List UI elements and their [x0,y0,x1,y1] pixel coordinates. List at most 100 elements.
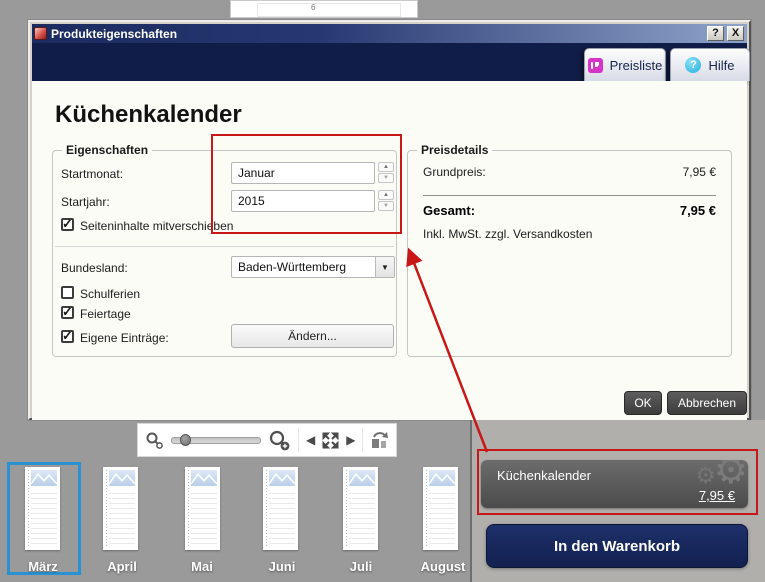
startjahr-input[interactable] [231,190,375,212]
startjahr-label: Startjahr: [61,195,110,209]
abbrechen-button[interactable]: Abbrechen [667,391,747,415]
thumbnail-juli[interactable] [343,467,378,550]
schulferien-label: Schulferien [80,287,141,301]
seiteninhalte-checkbox[interactable] [61,216,74,232]
thumbnail-juni[interactable] [263,467,298,550]
calendar-lines [349,489,375,547]
thumbnail-label-april[interactable]: April [82,559,162,574]
app-icon [34,27,47,40]
group-separator [55,246,394,247]
background-page-number: 6 [311,3,316,12]
thumbnail-label-juli[interactable]: Juli [321,559,401,574]
zoom-slider[interactable] [171,433,261,446]
zoom-toolbar: ◀ ▶ [137,423,397,457]
product-title: Küchenkalender [55,101,242,128]
cart-product-price[interactable]: 7,95 € [699,488,735,503]
calendar-lines [31,489,57,547]
cart-product-item[interactable]: ⚙ ⚙ Küchenkalender 7,95 € [481,460,748,508]
toolbar-separator [298,428,299,452]
eigenschaften-legend: Eigenschaften [62,143,153,157]
gear-icon: ⚙ [695,462,716,488]
page-binding-dots [188,470,189,547]
schulferien-checkbox[interactable] [61,286,74,299]
window-help-button[interactable]: ? [707,26,724,41]
preisliste-label: Preisliste [609,57,663,73]
startjahr-spin-down-button[interactable]: ▼ [378,201,394,211]
bundesland-dropdown[interactable]: Baden-Württemberg ▼ [231,256,395,278]
toolbar-separator [362,428,364,452]
thumbnail-august[interactable] [423,467,458,550]
startmonat-spinner: ▲ ▼ [378,162,394,183]
next-arrow-icon[interactable]: ▶ [346,434,355,446]
price-separator [423,195,716,196]
bundesland-label: Bundesland: [61,261,128,275]
calendar-lines [429,489,455,547]
eigene-eintraege-checkbox[interactable] [61,328,74,344]
startmonat-spin-down-button[interactable]: ▼ [378,173,394,183]
prev-arrow-icon[interactable]: ◀ [306,434,315,446]
window-close-button[interactable]: X [727,26,744,41]
thumbnail-mai[interactable] [185,467,220,550]
dialog-titlebar[interactable]: Produkteigenschaften ? X [32,24,747,43]
image-placeholder-icon [191,470,217,486]
thumbnail-label-mai[interactable]: Mai [162,559,242,574]
page-binding-dots [346,470,347,547]
background-page-border [257,3,401,17]
feiertage-checkbox[interactable] [61,304,74,320]
dialog-header-band: Preisliste ? Hilfe [32,43,750,81]
startmonat-input[interactable] [231,162,375,184]
aendern-button[interactable]: Ändern... [231,324,394,348]
image-placeholder-icon [109,470,135,486]
bundesland-value: Baden-Württemberg [238,260,347,274]
preisdetails-groupbox: Preisdetails Grundpreis: 7,95 € Gesamt: … [407,143,732,357]
startjahr-spin-up-button[interactable]: ▲ [378,190,394,200]
gesamt-label: Gesamt: [423,203,476,218]
zoom-in-icon[interactable] [268,429,291,452]
page-binding-dots [106,470,107,547]
grundpreis-label: Grundpreis: [423,165,486,179]
eigenschaften-groupbox: Eigenschaften Startmonat: ▲ ▼ Startjahr:… [52,143,397,357]
page-binding-dots [28,470,29,547]
calendar-lines [191,489,217,547]
calendar-lines [269,489,295,547]
zoom-out-icon[interactable] [145,431,164,450]
calendar-lines [109,489,135,547]
add-to-cart-button[interactable]: In den Warenkorb [486,524,748,568]
dialog-content: Küchenkalender Eigenschaften Startmonat:… [32,81,747,420]
preisdetails-legend: Preisdetails [417,143,493,157]
ok-button[interactable]: OK [624,391,662,415]
gesamt-value: 7,95 € [679,203,716,218]
page-binding-dots [266,470,267,547]
startmonat-label: Startmonat: [61,167,124,181]
thumbnail-april[interactable] [103,467,138,550]
thumbnail-label-august[interactable]: August [403,559,483,574]
chevron-down-icon[interactable]: ▼ [375,257,394,277]
grundpreis-value: 7,95 € [682,165,716,179]
preisliste-button[interactable]: Preisliste [584,48,666,81]
price-list-icon [587,57,603,73]
startjahr-spinner: ▲ ▼ [378,190,394,211]
zoom-slider-handle[interactable] [180,433,191,446]
thumbnail-maerz[interactable] [25,467,60,550]
page-binding-dots [426,470,427,547]
startmonat-spin-up-button[interactable]: ▲ [378,162,394,172]
produkteigenschaften-dialog: Produkteigenschaften ? X Preisliste ? Hi… [28,20,751,420]
thumbnail-label-maerz[interactable]: März [3,559,83,574]
image-placeholder-icon [31,470,57,486]
rotate-page-icon[interactable] [370,430,390,450]
fit-view-icon[interactable] [322,432,339,449]
thumbnail-label-juni[interactable]: Juni [242,559,322,574]
image-placeholder-icon [269,470,295,486]
eigene-eintraege-label: Eigene Einträge: [80,331,169,345]
feiertage-label: Feiertage [80,307,131,321]
hilfe-button[interactable]: ? Hilfe [670,48,750,81]
seiteninhalte-label: Seiteninhalte mitverschieben [80,219,234,233]
cart-product-name: Küchenkalender [497,468,591,483]
image-placeholder-icon [349,470,375,486]
help-icon: ? [685,57,702,73]
mwst-note: Inkl. MwSt. zzgl. Versandkosten [423,227,593,241]
background-page-edge: 6 [230,0,418,18]
dialog-title: Produkteigenschaften [51,26,178,41]
image-placeholder-icon [429,470,455,486]
hilfe-label: Hilfe [708,57,735,73]
